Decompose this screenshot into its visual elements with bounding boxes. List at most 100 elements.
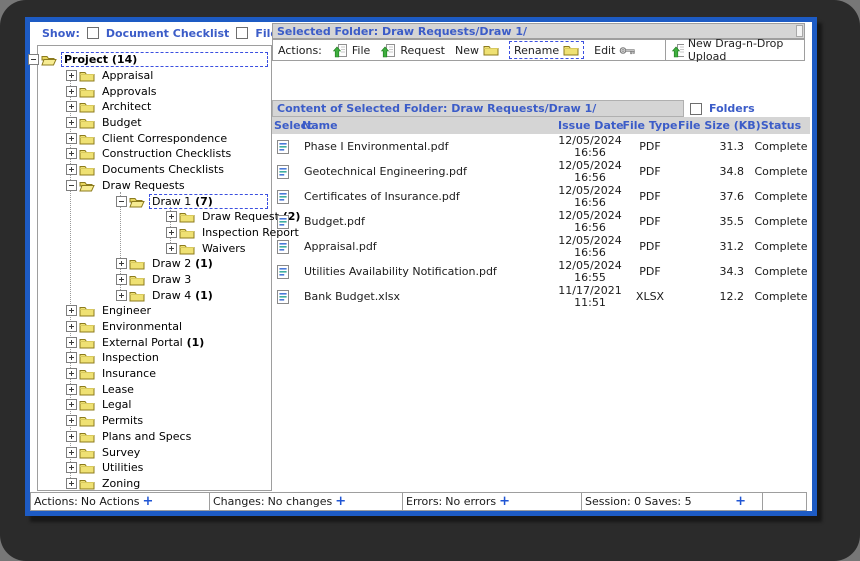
tree-item[interactable]: Approvals — [38, 83, 271, 99]
tree-item[interactable]: Draw 1 (7) — [38, 193, 271, 209]
tree-item[interactable]: Waivers — [38, 240, 271, 256]
tree-item[interactable]: Inspection — [38, 350, 271, 366]
tree-item[interactable]: Engineer — [38, 303, 271, 319]
expand-actions-button[interactable]: + — [143, 497, 154, 507]
edit-button[interactable]: Edit — [594, 44, 635, 57]
column-header-issue-date[interactable]: Issue Date — [558, 119, 622, 132]
tree-expander-icon[interactable] — [66, 101, 77, 112]
selected-folder-label: Selected Folder: Draw Requests/Draw 1/ — [277, 25, 527, 38]
tree-item[interactable]: Draw Requests — [38, 178, 271, 194]
file-status: Complete — [752, 265, 810, 278]
tree-item[interactable]: Survey — [38, 444, 271, 460]
upload-request-button[interactable]: Request — [380, 43, 445, 58]
tree-expander-icon[interactable] — [166, 243, 177, 254]
expand-session-button[interactable]: + — [735, 497, 746, 507]
tree-item-label: Draw 4 — [152, 289, 191, 302]
document-checklist-label: Document Checklist — [106, 27, 229, 40]
tree-item[interactable]: Permits — [38, 413, 271, 429]
document-icon[interactable] — [276, 214, 290, 230]
tree-expander-icon[interactable] — [66, 478, 77, 489]
column-header-file-type[interactable]: File Type — [622, 119, 678, 132]
tree-item[interactable]: Appraisal — [38, 68, 271, 84]
tree-expander-icon[interactable] — [66, 305, 77, 316]
tree-item[interactable]: Architect — [38, 99, 271, 115]
tree-item[interactable]: Draw 3 — [38, 272, 271, 288]
table-row[interactable]: Bank Budget.xlsx 11/17/202111:51 XLSX 12… — [272, 284, 810, 309]
tree-item[interactable]: Zoning — [38, 476, 271, 492]
rename-folder-button[interactable]: Rename — [509, 41, 584, 59]
document-icon[interactable] — [276, 139, 290, 155]
tree-expander-icon[interactable] — [66, 70, 77, 81]
table-row[interactable]: Phase I Environmental.pdf 12/05/202416:5… — [272, 134, 810, 159]
file-type: PDF — [622, 240, 678, 253]
tree-expander-icon[interactable] — [66, 431, 77, 442]
upload-file-icon — [671, 43, 684, 58]
table-row[interactable]: Utilities Availability Notification.pdf … — [272, 259, 810, 284]
tree-expander-icon[interactable] — [66, 368, 77, 379]
expand-errors-button[interactable]: + — [499, 497, 510, 507]
tree-expander-icon[interactable] — [66, 384, 77, 395]
tree-item[interactable]: Documents Checklists — [38, 162, 271, 178]
tree-item[interactable]: Legal — [38, 397, 271, 413]
tree-item-label-box: Inspection — [99, 350, 162, 365]
table-row[interactable]: Budget.pdf 12/05/202416:56 PDF 35.5 Comp… — [272, 209, 810, 234]
table-row[interactable]: Appraisal.pdf 12/05/202416:56 PDF 31.2 C… — [272, 234, 810, 259]
tree-expander-icon[interactable] — [66, 164, 77, 175]
tree-expander-icon[interactable] — [116, 290, 127, 301]
tree-expander-icon[interactable] — [66, 337, 77, 348]
document-icon[interactable] — [276, 239, 290, 255]
expand-changes-button[interactable]: + — [335, 497, 346, 507]
tree-item[interactable]: Draw Request (2) — [38, 209, 271, 225]
tree-expander-icon[interactable] — [66, 133, 77, 144]
tree-item[interactable]: Inspection Report — [38, 225, 271, 241]
new-drag-n-drop-upload-button[interactable]: New Drag-n-Drop Upload — [671, 37, 798, 63]
document-icon[interactable] — [276, 289, 290, 305]
tree-item[interactable]: Draw 2 (1) — [38, 256, 271, 272]
tree-expander-icon[interactable] — [166, 211, 177, 222]
tree-item[interactable]: External Portal (1) — [38, 334, 271, 350]
files-checkbox[interactable] — [236, 27, 248, 39]
tree-expander-icon[interactable] — [28, 54, 39, 65]
column-header-status[interactable]: Status — [752, 119, 810, 132]
tree-item[interactable]: Plans and Specs — [38, 429, 271, 445]
tree-expander-icon[interactable] — [66, 86, 77, 97]
tree-item[interactable]: Draw 4 (1) — [38, 287, 271, 303]
tree-expander-icon[interactable] — [66, 321, 77, 332]
tree-expander-icon[interactable] — [166, 227, 177, 238]
folder-icon — [79, 100, 95, 113]
tree-expander-icon[interactable] — [116, 258, 127, 269]
tree-item[interactable]: Utilities — [38, 460, 271, 476]
document-icon[interactable] — [276, 189, 290, 205]
scrollbar-thumb[interactable] — [796, 25, 803, 37]
tree-expander-icon[interactable] — [66, 399, 77, 410]
document-icon[interactable] — [276, 264, 290, 280]
tree-expander-icon[interactable] — [66, 180, 77, 191]
document-icon[interactable] — [276, 164, 290, 180]
tree-expander-icon[interactable] — [116, 196, 127, 207]
folders-checkbox[interactable] — [690, 103, 702, 115]
tree-expander-icon[interactable] — [66, 148, 77, 159]
column-header-select[interactable]: Select — [272, 119, 302, 132]
tree-expander-icon[interactable] — [116, 274, 127, 285]
tree-item-label: Waivers — [202, 242, 246, 255]
document-checklist-checkbox[interactable] — [87, 27, 99, 39]
tree-expander-icon[interactable] — [66, 415, 77, 426]
tree-expander-icon[interactable] — [66, 462, 77, 473]
upload-file-button[interactable]: File — [332, 43, 370, 58]
tree-expander-icon[interactable] — [66, 117, 77, 128]
tree-item[interactable]: Budget — [38, 115, 271, 131]
tree-item[interactable]: Construction Checklists — [38, 146, 271, 162]
tree-item[interactable]: Client Correspondence — [38, 130, 271, 146]
tree-expander-icon[interactable] — [66, 352, 77, 363]
tree-item[interactable]: Lease — [38, 381, 271, 397]
tree-item[interactable]: Environmental — [38, 319, 271, 335]
tree-item[interactable]: Insurance — [38, 366, 271, 382]
tree-expander-icon[interactable] — [66, 447, 77, 458]
tree-item[interactable]: Project (14) — [38, 52, 271, 68]
actions-toolbar: Actions: File Request New Rename — [272, 39, 805, 61]
table-row[interactable]: Geotechnical Engineering.pdf 12/05/20241… — [272, 159, 810, 184]
table-row[interactable]: Certificates of Insurance.pdf 12/05/2024… — [272, 184, 810, 209]
new-folder-button[interactable]: New — [455, 43, 499, 57]
column-header-name[interactable]: Name — [302, 119, 558, 132]
column-header-file-size[interactable]: File Size (KB) — [678, 119, 752, 132]
